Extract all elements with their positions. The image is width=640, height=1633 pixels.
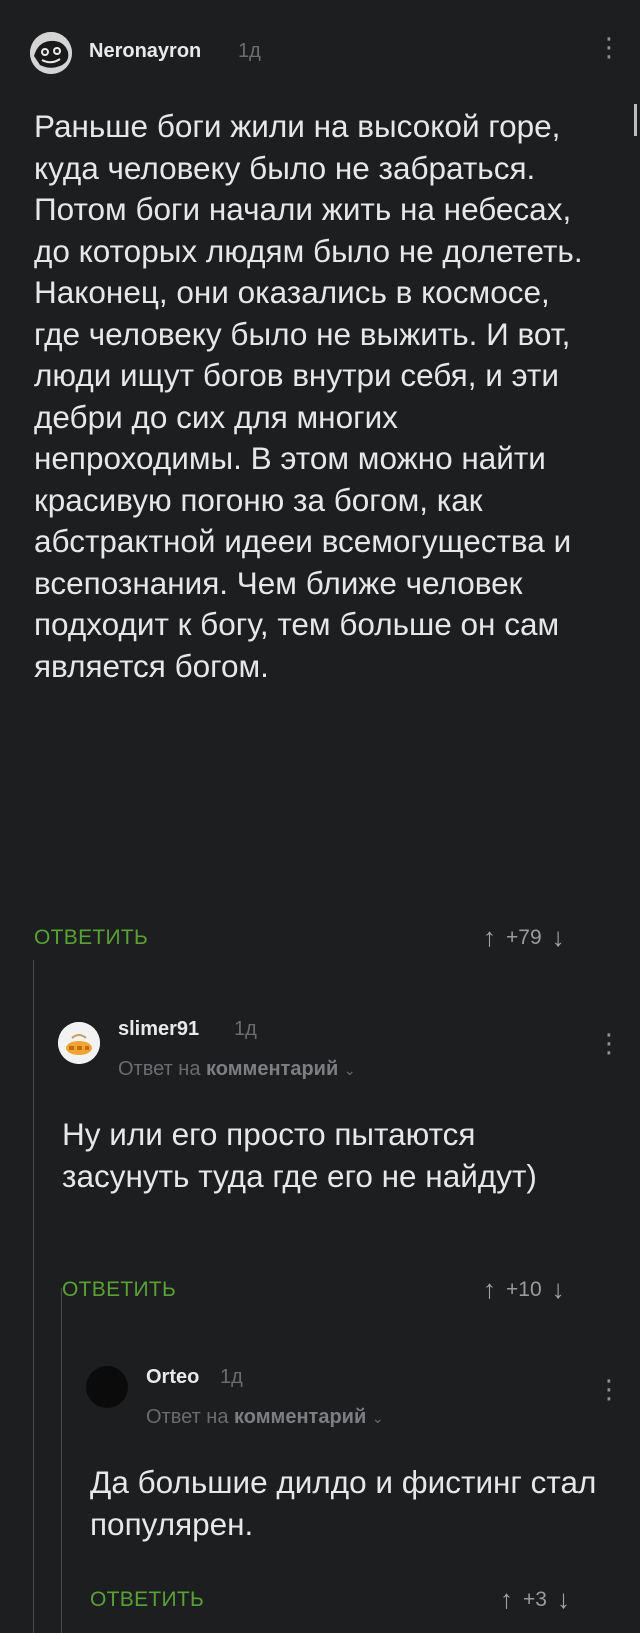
timestamp: 1д: [238, 40, 261, 62]
reply-to-link[interactable]: Ответ на комментарий ⌄: [118, 1058, 356, 1081]
username[interactable]: slimer91: [118, 1018, 199, 1041]
up-arrow-icon[interactable]: ↑: [483, 922, 496, 953]
username[interactable]: Neronayron: [89, 40, 201, 63]
rating-value: +10: [506, 1277, 542, 1301]
rating-value: +79: [506, 925, 542, 949]
timestamp: 1д: [234, 1018, 257, 1040]
rating-control: ↑ +10 ↓: [483, 1274, 565, 1305]
kebab-menu-icon[interactable]: ⋮: [596, 1030, 622, 1056]
down-arrow-icon[interactable]: ↓: [557, 1584, 570, 1615]
avatar[interactable]: [58, 1022, 100, 1064]
thread-line: [33, 960, 34, 1633]
timestamp: 1д: [220, 1366, 243, 1388]
kebab-menu-icon[interactable]: ⋮: [596, 34, 622, 60]
chevron-down-icon[interactable]: ⌄: [372, 1410, 384, 1426]
comment-body: Ну или его просто пытаются засунуть туда…: [62, 1116, 537, 1194]
reply-to-target[interactable]: комментарий: [234, 1406, 366, 1428]
username[interactable]: Orteo: [146, 1366, 199, 1389]
comment-body: Раньше боги жили на высокой горе, куда ч…: [34, 108, 583, 684]
chevron-down-icon[interactable]: ⌄: [344, 1062, 356, 1078]
rating-value: +3: [523, 1587, 547, 1611]
up-arrow-icon[interactable]: ↑: [500, 1584, 513, 1615]
up-arrow-icon[interactable]: ↑: [483, 1274, 496, 1305]
reply-to-prefix: Ответ на: [118, 1058, 201, 1080]
scroll-indicator[interactable]: [634, 104, 637, 136]
down-arrow-icon[interactable]: ↓: [552, 922, 565, 953]
reply-button[interactable]: ОТВЕТИТЬ: [34, 926, 148, 950]
reply-to-target[interactable]: комментарий: [206, 1058, 338, 1080]
down-arrow-icon[interactable]: ↓: [552, 1274, 565, 1305]
reply-to-link[interactable]: Ответ на комментарий ⌄: [146, 1406, 384, 1429]
avatar[interactable]: [86, 1366, 128, 1408]
rating-control: ↑ +3 ↓: [500, 1584, 570, 1615]
avatar[interactable]: [30, 32, 72, 74]
reply-button[interactable]: ОТВЕТИТЬ: [90, 1588, 204, 1612]
rating-control: ↑ +79 ↓: [483, 922, 565, 953]
thread-line: [61, 1288, 62, 1633]
reply-to-prefix: Ответ на: [146, 1406, 229, 1428]
reply-button[interactable]: ОТВЕТИТЬ: [62, 1278, 176, 1302]
kebab-menu-icon[interactable]: ⋮: [596, 1376, 622, 1402]
comment-body: Да большие дилдо и фистинг стал популяре…: [90, 1464, 597, 1542]
